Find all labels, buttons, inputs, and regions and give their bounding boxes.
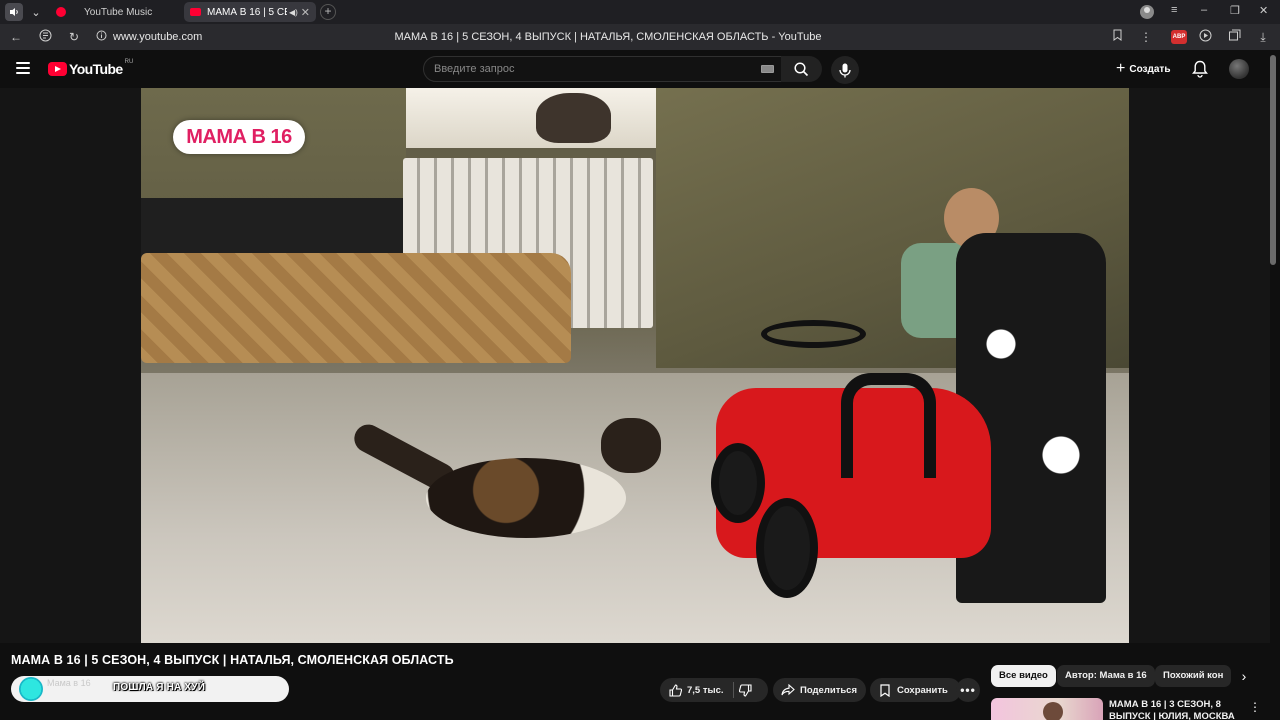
account-avatar[interactable] xyxy=(1229,59,1249,79)
video-frame[interactable]: МАМА В 16 xyxy=(141,88,1129,643)
save-button[interactable]: Сохранить xyxy=(870,678,961,702)
restore-window-icon[interactable]: ❐ xyxy=(1230,4,1240,17)
bookmark-icon[interactable] xyxy=(1109,29,1125,45)
reader-mode-icon[interactable] xyxy=(37,29,53,45)
voice-search-button[interactable] xyxy=(831,56,859,84)
tab-youtube-music[interactable]: YouTube Music xyxy=(50,2,180,22)
adblock-plus-icon[interactable]: ABP xyxy=(1171,30,1187,44)
video-player[interactable]: МАМА В 16 xyxy=(0,88,1270,643)
create-button[interactable]: + Создать xyxy=(1110,56,1176,82)
collections-icon[interactable] xyxy=(1226,29,1242,45)
create-label: Создать xyxy=(1129,63,1171,75)
thumbs-down-icon xyxy=(738,683,752,697)
media-player-icon[interactable] xyxy=(1197,29,1213,45)
save-playlist-icon xyxy=(878,683,892,697)
search-box xyxy=(423,56,783,82)
youtube-favicon-icon xyxy=(190,8,201,16)
tab-label: YouTube Music xyxy=(84,6,153,18)
microphone-icon xyxy=(839,63,851,77)
keyboard-icon[interactable] xyxy=(761,65,774,73)
back-arrow-icon[interactable]: ← xyxy=(8,29,24,45)
more-horizontal-icon: ••• xyxy=(960,683,976,697)
close-window-icon[interactable]: ✕ xyxy=(1259,4,1268,17)
new-tab-button[interactable]: + xyxy=(320,4,336,20)
youtube-masthead: YouTube RU + Создать xyxy=(0,50,1280,88)
show-logo-overlay: МАМА В 16 xyxy=(173,120,305,154)
video-title: МАМА В 16 | 5 СЕЗОН, 4 ВЫПУСК | НАТАЛЬЯ,… xyxy=(11,653,454,667)
minimize-window-icon[interactable]: – xyxy=(1201,4,1207,16)
channel-avatar[interactable] xyxy=(19,677,43,701)
logo-text: YouTube xyxy=(69,61,123,77)
more-actions-button[interactable]: ••• xyxy=(956,678,980,702)
guide-menu-icon[interactable] xyxy=(16,62,30,74)
chip-similar-content[interactable]: Похожий кон xyxy=(1155,665,1232,687)
recommendation-title[interactable]: МАМА В 16 | 3 СЕЗОН, 8 ВЫПУСК | ЮЛИЯ, МО… xyxy=(1109,699,1239,720)
search-input[interactable] xyxy=(434,61,734,77)
like-dislike-group: 7,5 тыс. xyxy=(660,678,768,702)
tab-list-chevron-icon[interactable]: ⌄ xyxy=(27,3,45,21)
search-icon xyxy=(794,61,809,76)
page-scrollbar[interactable] xyxy=(1270,55,1276,265)
reload-icon[interactable]: ↻ xyxy=(66,29,82,45)
share-button[interactable]: Поделиться xyxy=(773,678,866,702)
overlay-caption: ПОШЛА Я НА ХУЙ xyxy=(113,682,206,693)
like-button[interactable] xyxy=(668,683,682,697)
youtube-music-favicon-icon xyxy=(56,7,66,17)
tab-youtube-video[interactable]: МАМА В 16 | 5 СЕЗОН ◀) ✕ xyxy=(184,2,316,22)
youtube-logo[interactable]: YouTube RU xyxy=(48,59,134,77)
country-code: RU xyxy=(124,59,134,65)
share-label: Поделиться xyxy=(800,684,858,696)
address-url[interactable]: www.youtube.com xyxy=(113,31,202,43)
chip-all-videos[interactable]: Все видео xyxy=(991,665,1056,687)
profile-icon[interactable] xyxy=(1139,4,1155,23)
site-info-icon[interactable] xyxy=(93,29,109,45)
recommendation-item[interactable]: МАМА В 16 | 3 СЕЗОН, 8 ВЫПУСК | ЮЛИЯ, МО… xyxy=(991,698,1270,720)
youtube-play-logo-icon xyxy=(48,62,67,76)
save-label: Сохранить xyxy=(897,684,948,696)
channel-name[interactable]: Мама в 16 xyxy=(47,678,91,688)
browser-tab-strip: ⌄ YouTube Music МАМА В 16 | 5 СЕЗОН ◀) ✕… xyxy=(0,0,1280,24)
related-chips: Все видео Автор: Мама в 16 Похожий кон xyxy=(991,665,1270,687)
browser-address-bar: ← ↻ www.youtube.com МАМА В 16 | 5 СЕЗОН,… xyxy=(0,24,1280,50)
search-button[interactable] xyxy=(781,56,822,82)
tab-label: МАМА В 16 | 5 СЕЗОН xyxy=(207,6,287,18)
dislike-button[interactable] xyxy=(738,683,752,697)
browser-menu-icon[interactable]: ≡ xyxy=(1171,4,1177,16)
page-actions-icon[interactable]: ⋮ xyxy=(1138,29,1154,45)
chevron-right-icon[interactable]: › xyxy=(1236,666,1252,686)
tab-close-icon[interactable]: ✕ xyxy=(301,6,310,19)
share-arrow-icon xyxy=(781,683,795,697)
more-vertical-icon[interactable]: ⋮ xyxy=(1249,700,1261,714)
thumbs-up-icon xyxy=(668,683,682,697)
tab-playing-audio-icon[interactable]: ◀) xyxy=(289,8,298,17)
like-count[interactable]: 7,5 тыс. xyxy=(687,685,724,696)
chip-from-author[interactable]: Автор: Мама в 16 xyxy=(1057,665,1155,687)
tab-audio-icon[interactable] xyxy=(5,3,23,21)
plus-icon: + xyxy=(1116,60,1126,77)
downloads-icon[interactable]: ⤓ xyxy=(1255,29,1271,45)
recommendation-thumbnail[interactable] xyxy=(991,698,1103,720)
notifications-bell-icon[interactable] xyxy=(1192,60,1208,78)
